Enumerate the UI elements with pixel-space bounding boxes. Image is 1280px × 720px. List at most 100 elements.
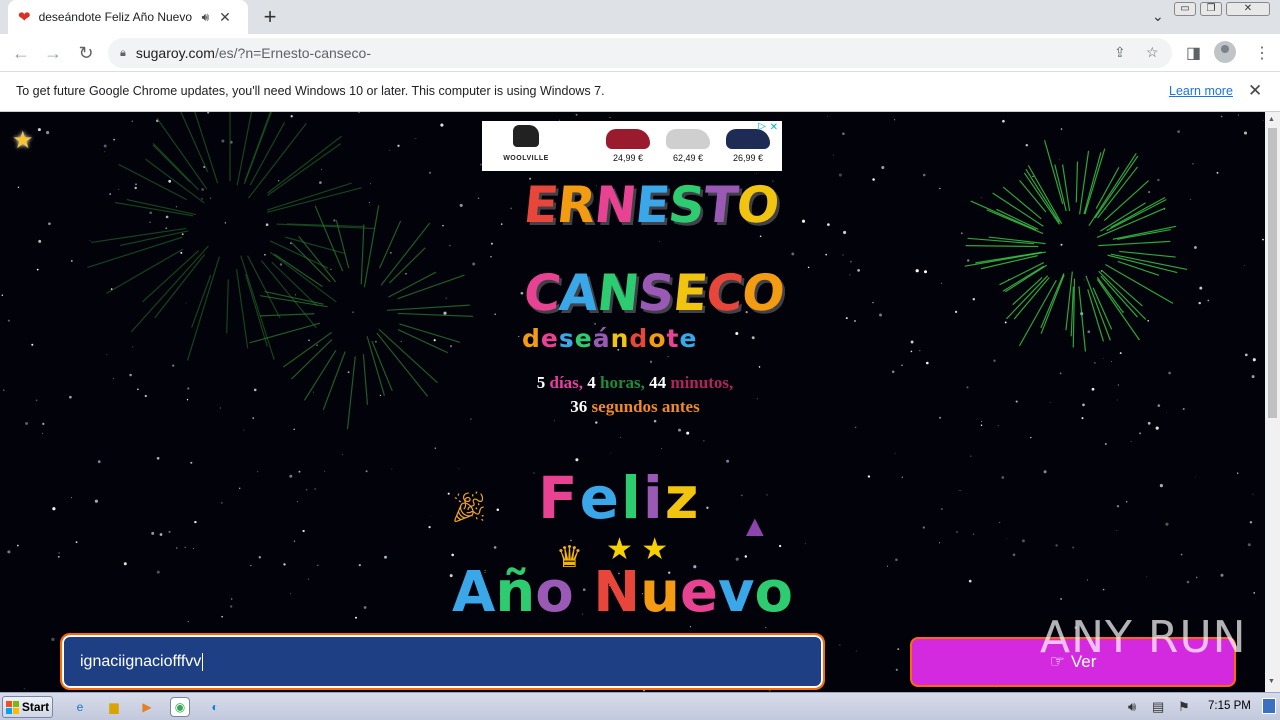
- start-label: Start: [21, 700, 50, 714]
- slipper-image: [666, 129, 710, 149]
- action-center-flag-icon[interactable]: ⚑: [1178, 699, 1190, 715]
- title-letter: n: [610, 324, 630, 353]
- title-letter: ñ: [495, 560, 536, 625]
- title-letter: o: [648, 324, 667, 353]
- minutes-number: 44: [649, 373, 667, 392]
- share-icon[interactable]: ⇪: [1114, 44, 1126, 61]
- new-tab-button[interactable]: +: [258, 5, 282, 29]
- start-button[interactable]: Start: [2, 696, 53, 718]
- title-letter: e: [540, 324, 559, 353]
- party-hat-icon: ▲: [740, 510, 770, 543]
- edge-icon[interactable]: ◐: [205, 697, 225, 717]
- windows-taskbar: Start e ▆ ▶ ◉ ◐ 🔊︎ ▤ ⚑ 7:15 PM: [0, 692, 1280, 720]
- title-letter: l: [620, 464, 643, 532]
- ad-info-icon[interactable]: ▷: [758, 121, 766, 132]
- reload-icon[interactable]: ↻: [75, 42, 97, 64]
- ad-product[interactable]: 24,99 €: [598, 123, 658, 169]
- tab-search-chevron-icon[interactable]: ⌄: [1152, 8, 1164, 25]
- profile-avatar[interactable]: [1214, 41, 1236, 63]
- bookmark-star-icon[interactable]: ☆: [1146, 44, 1159, 61]
- chrome-icon[interactable]: ◉: [170, 697, 190, 717]
- browser-tab[interactable]: ❤ deseándote Feliz Año Nuevo 20 🔊︎ ✕: [8, 0, 248, 34]
- title-letter: e: [574, 324, 593, 353]
- last-name-title: CANSECO: [521, 264, 787, 322]
- advertisement[interactable]: WOOLVILLE 24,99 € 62,49 € 26,99 € ▷ ✕: [482, 121, 782, 171]
- title-letter: o: [754, 560, 793, 625]
- restore-button[interactable]: ❐: [1200, 2, 1222, 16]
- title-letter: O: [733, 176, 782, 234]
- title-letter: d: [629, 324, 649, 353]
- page-content: ★ WOOLVILLE 24,99 € 62,49 € 26,99 € ▷ ✕ …: [0, 112, 1265, 692]
- network-icon[interactable]: ▤: [1152, 699, 1164, 715]
- scroll-thumb[interactable]: [1268, 128, 1277, 418]
- internet-explorer-icon[interactable]: e: [70, 697, 90, 717]
- show-desktop-button[interactable]: [1262, 698, 1276, 714]
- title-letter: N: [591, 176, 639, 234]
- feliz-banner-text: Feliz: [538, 464, 701, 532]
- title-letter: N: [593, 560, 641, 625]
- infobar-close-icon[interactable]: ✕: [1248, 81, 1262, 101]
- folder-icon[interactable]: ▆: [104, 697, 124, 717]
- minimize-button[interactable]: ▭: [1174, 2, 1196, 16]
- party-popper-icon: 🎉︎: [450, 491, 489, 524]
- address-bar[interactable]: 🔒︎ sugaroy.com /es/?n=Ernesto-canseco- ⇪…: [108, 38, 1172, 68]
- tab-close-icon[interactable]: ✕: [219, 9, 231, 26]
- speaker-icon[interactable]: 🔊︎: [202, 10, 210, 25]
- side-panel-icon[interactable]: ◨: [1186, 43, 1201, 63]
- name-input[interactable]: ignaciignaciofffvv: [60, 633, 825, 690]
- star-icon[interactable]: ★: [12, 126, 34, 155]
- title-letter: á: [592, 324, 611, 353]
- days-number: 5: [536, 373, 546, 392]
- title-letter: v: [717, 560, 755, 625]
- close-window-button[interactable]: ✕: [1226, 2, 1270, 16]
- ad-price: 24,99 €: [612, 153, 644, 163]
- url-host: sugaroy.com: [135, 45, 215, 61]
- seconds-label: segundos antes: [591, 397, 700, 416]
- scroll-down-icon[interactable]: ▼: [1268, 678, 1275, 685]
- title-letter: N: [594, 264, 642, 322]
- title-letter: e: [679, 324, 698, 353]
- back-arrow-icon[interactable]: ←: [10, 42, 32, 64]
- title-letter: A: [556, 264, 601, 322]
- infobar-message: To get future Google Chrome updates, you…: [16, 84, 605, 98]
- title-letter: e: [579, 464, 621, 532]
- title-letter: e: [679, 560, 718, 625]
- name-input-value: ignaciignaciofffvv: [80, 652, 202, 670]
- title-letter: u: [640, 560, 680, 625]
- title-letter: z: [664, 464, 701, 532]
- clock[interactable]: 7:15 PM: [1208, 700, 1251, 712]
- subtitle-text: deseándote: [522, 324, 697, 353]
- title-letter: O: [739, 264, 787, 322]
- ad-product[interactable]: 62,49 €: [658, 123, 718, 169]
- anyrun-watermark: ANY RUN: [1040, 612, 1247, 663]
- update-infobar: To get future Google Chrome updates, you…: [0, 72, 1280, 112]
- slipper-image: [726, 129, 770, 149]
- page-scrollbar[interactable]: ▲ ▼: [1265, 112, 1280, 692]
- title-letter: [574, 560, 594, 625]
- menu-kebab-icon[interactable]: ⋮: [1254, 43, 1270, 63]
- volume-icon[interactable]: 🔊︎: [1128, 699, 1136, 715]
- url-path: /es/?n=Ernesto-canseco-: [214, 45, 371, 61]
- lock-icon[interactable]: 🔒︎: [120, 47, 126, 60]
- window-controls: ▭ ❐ ✕: [1174, 2, 1270, 16]
- windows-logo-icon: [5, 700, 19, 714]
- title-letter: A: [452, 560, 496, 625]
- title-letter: F: [538, 464, 580, 532]
- heart-favicon-icon: ❤: [18, 9, 31, 26]
- scroll-up-icon[interactable]: ▲: [1268, 116, 1275, 123]
- ad-brand: WOOLVILLE: [496, 125, 556, 169]
- title-letter: t: [666, 324, 680, 353]
- browser-toolbar: ← → ↻ 🔒︎ sugaroy.com /es/?n=Ernesto-cans…: [0, 34, 1280, 72]
- ad-price: 26,99 €: [732, 153, 764, 163]
- tab-strip: ❤ deseándote Feliz Año Nuevo 20 🔊︎ ✕ + ⌄…: [0, 0, 1280, 34]
- text-cursor: [202, 652, 204, 671]
- seconds-number: 36: [570, 397, 588, 416]
- title-letter: R: [554, 176, 598, 234]
- learn-more-link[interactable]: Learn more: [1169, 84, 1233, 98]
- media-player-icon[interactable]: ▶: [137, 697, 157, 717]
- first-name-title: ERNESTO: [521, 176, 781, 234]
- ad-price: 62,49 €: [672, 153, 704, 163]
- sheep-logo-icon: [513, 125, 539, 147]
- forward-arrow-icon[interactable]: →: [42, 42, 64, 64]
- ad-close-icon[interactable]: ✕: [770, 122, 778, 133]
